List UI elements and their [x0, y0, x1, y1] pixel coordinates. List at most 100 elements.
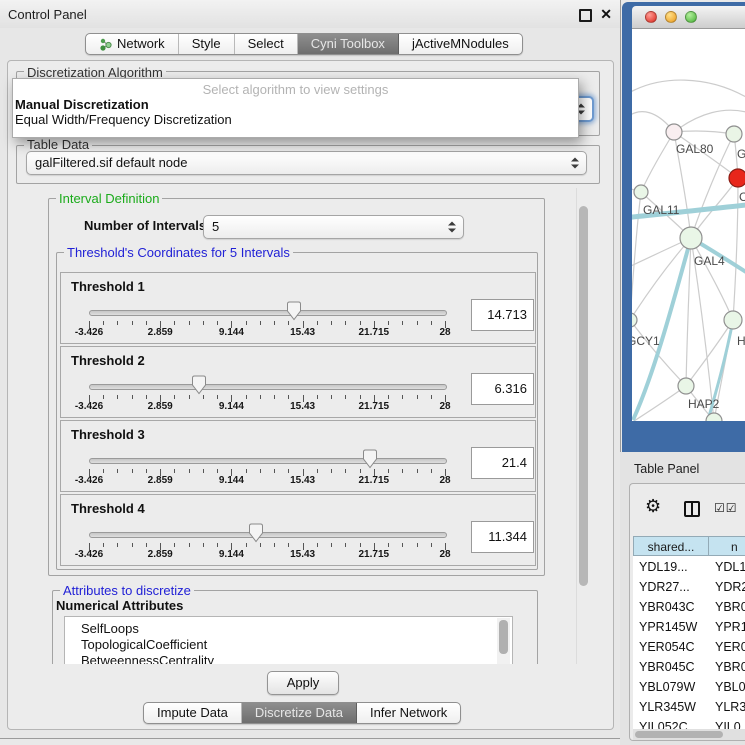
threshold-value-field[interactable]: 6.316	[471, 373, 534, 405]
table-header-shared[interactable]: shared...	[633, 536, 709, 556]
list-item[interactable]: BetweennessCentrality	[65, 653, 512, 664]
tab-cyni-toolbox[interactable]: Cyni Toolbox	[298, 34, 399, 54]
slider-track[interactable]	[89, 310, 447, 316]
scrollbar-thumb[interactable]	[499, 620, 508, 654]
scale-tick-label: 21.715	[359, 327, 390, 338]
table-row[interactable]: YER054CYER0	[633, 637, 745, 657]
slider-thumb[interactable]	[362, 449, 378, 469]
tab-style[interactable]: Style	[179, 34, 235, 54]
table-horizontal-scrollbar[interactable]	[633, 729, 745, 740]
top-right-node[interactable]	[726, 126, 742, 142]
apply-button[interactable]: Apply	[267, 671, 339, 695]
control-panel-window: Control Panel ✕ NetworkStyle Select Cyni T…	[0, 0, 621, 739]
minor-tick	[417, 395, 418, 399]
gcy1-node[interactable]	[632, 313, 637, 327]
network-edge[interactable]	[632, 238, 691, 320]
attributes-list[interactable]: SelfLoopsTopologicalCoefficientBetweenne…	[64, 616, 513, 664]
scale-tick-label: -3.426	[75, 327, 103, 338]
network-edge[interactable]	[632, 80, 745, 97]
network-edge[interactable]	[733, 178, 738, 320]
gal11-node[interactable]	[634, 185, 648, 199]
settings-scrollbar[interactable]	[576, 188, 591, 664]
network-edge[interactable]	[632, 192, 641, 320]
interval-definition-title: Interval Definition	[56, 191, 162, 206]
network-window-titlebar[interactable]	[632, 6, 745, 29]
table-row[interactable]: YBR045CYBR0	[633, 657, 745, 677]
gal80-node[interactable]	[666, 124, 682, 140]
minor-tick	[402, 469, 403, 473]
node-label: GCY1	[632, 334, 660, 348]
selected-red-node[interactable]	[729, 169, 745, 187]
node-attribute-table[interactable]: shared... n YDL19...YDL1YDR27...YDR2YBR0…	[633, 536, 745, 729]
scrollbar-thumb[interactable]	[579, 206, 588, 586]
node-label: GAL80	[676, 142, 714, 156]
scale-tick-label: -3.426	[75, 475, 103, 486]
mac-zoom-icon[interactable]	[685, 11, 697, 23]
minor-tick	[189, 395, 190, 399]
attributes-list-scrollbar[interactable]	[497, 618, 510, 664]
table-data-combobox[interactable]: galFiltered.sif default node	[26, 151, 587, 175]
slider-thumb[interactable]	[248, 523, 264, 543]
table-row[interactable]: YLR345WYLR3	[633, 697, 745, 717]
hap2-node[interactable]	[678, 378, 694, 394]
scale-tick-label: 28	[439, 401, 450, 412]
list-item[interactable]: SelfLoops	[65, 621, 512, 637]
minor-tick	[132, 321, 133, 325]
scale-tick-label: 9.144	[219, 327, 244, 338]
tab-impute-data[interactable]: Impute Data	[144, 703, 242, 723]
mac-minimize-icon[interactable]	[665, 11, 677, 23]
scrollbar-thumb[interactable]	[635, 731, 723, 738]
table-row[interactable]: YIL052CYIL0	[633, 717, 745, 729]
network-view-window[interactable]: GAL80GCGAL11GAL4GCY1HHAP2	[622, 2, 745, 452]
dropdown-placeholder-item[interactable]: Select algorithm to view settings	[13, 82, 578, 97]
slider-track[interactable]	[89, 458, 447, 464]
tab-infer-network[interactable]: Infer Network	[357, 703, 460, 723]
minor-tick	[103, 543, 104, 547]
tab-label: Select	[248, 34, 284, 54]
tab-discretize-data[interactable]: Discretize Data	[242, 703, 357, 723]
minor-tick	[132, 395, 133, 399]
mac-close-icon[interactable]	[645, 11, 657, 23]
threshold-label: Threshold 2	[71, 353, 145, 368]
network-canvas[interactable]: GAL80GCGAL11GAL4GCY1HHAP2	[632, 29, 745, 421]
threshold-value-field[interactable]: 14.713	[471, 299, 534, 331]
gear-icon[interactable]: ⚙	[645, 497, 661, 515]
slider-thumb[interactable]	[286, 301, 302, 321]
threshold-value-field[interactable]: 11.344	[471, 521, 534, 553]
tab-select[interactable]: Select	[235, 34, 298, 54]
gal4-node[interactable]	[680, 227, 702, 249]
table-header-name[interactable]: n	[708, 536, 745, 556]
numerical-attributes-label: Numerical Attributes	[56, 598, 183, 613]
minor-tick	[431, 321, 432, 325]
list-item[interactable]: TopologicalCoefficient	[65, 637, 512, 653]
minor-tick	[103, 321, 104, 325]
columns-icon[interactable]	[684, 501, 700, 517]
threshold-value-field[interactable]: 21.4	[471, 447, 534, 479]
h-node[interactable]	[724, 311, 742, 329]
float-window-icon[interactable]	[579, 9, 592, 22]
table-row[interactable]: YBL079WYBL0	[633, 677, 745, 697]
close-icon[interactable]: ✕	[600, 6, 612, 23]
minor-tick	[103, 469, 104, 473]
table-row[interactable]: YPR145WYPR1	[633, 617, 745, 637]
minor-tick	[345, 543, 346, 547]
num-intervals-combobox[interactable]: 5	[203, 215, 464, 239]
network-edge[interactable]	[674, 131, 734, 134]
slider-track[interactable]	[89, 384, 447, 390]
checkbox-icons[interactable]: ☑☑	[714, 501, 738, 515]
cell-shared-name: YBL079W	[639, 677, 695, 697]
network-edge[interactable]	[641, 132, 674, 192]
table-row[interactable]: YDR27...YDR2	[633, 577, 745, 597]
dropdown-item[interactable]: Manual Discretization	[13, 97, 578, 112]
slider-thumb[interactable]	[191, 375, 207, 395]
table-row[interactable]: YDL19...YDL1	[633, 557, 745, 577]
tab-jactivemnodules[interactable]: jActiveMNodules	[399, 34, 522, 54]
dropdown-item[interactable]: Equal Width/Frequency Discretization	[13, 112, 578, 127]
tab-network[interactable]: Network	[86, 34, 179, 54]
table-row[interactable]: YBR043CYBR0	[633, 597, 745, 617]
attributes-group-title: Attributes to discretize	[60, 583, 194, 598]
control-panel-title: Control Panel	[8, 7, 87, 22]
minor-tick	[189, 543, 190, 547]
slider-track[interactable]	[89, 532, 447, 538]
combo-arrows-icon	[448, 222, 456, 233]
